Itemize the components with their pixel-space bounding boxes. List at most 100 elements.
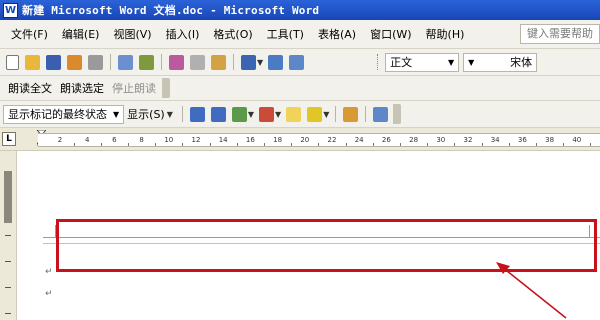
ruler-tick xyxy=(481,143,483,146)
markup-view-value: 显示标记的最终状态 xyxy=(8,107,107,121)
spelling-icon[interactable] xyxy=(139,54,154,70)
toolbar-options-icon[interactable] xyxy=(162,78,170,98)
menu-file[interactable]: 文件(F) xyxy=(0,26,55,42)
toolbar-separator xyxy=(181,106,183,122)
standard-toolbar: ▼ 正文 ▼ ▼ 宋体 xyxy=(0,49,600,76)
undo-icon[interactable] xyxy=(241,54,256,70)
reject-change-icon[interactable] xyxy=(259,106,275,122)
permission-icon[interactable] xyxy=(67,54,82,70)
title-bar: W 新建 Microsoft Word 文档.doc - Microsoft W… xyxy=(0,0,600,20)
research-icon[interactable] xyxy=(169,54,184,70)
font-select[interactable]: ▼ 宋体 xyxy=(463,52,538,72)
chevron-down-icon: ▼ xyxy=(113,109,120,119)
show-menu-button[interactable]: 显示(S) ▼ xyxy=(124,106,178,122)
ruler-number: 34 xyxy=(490,136,500,144)
chevron-down-icon: ▼ xyxy=(448,57,455,67)
font-value: 宋体 xyxy=(510,55,533,69)
paste-icon[interactable] xyxy=(211,54,226,70)
markup-view-select[interactable]: 显示标记的最终状态 ▼ xyxy=(3,104,125,124)
ruler-number: 36 xyxy=(517,136,527,144)
insert-comment-icon[interactable] xyxy=(286,106,302,122)
new-document-icon[interactable] xyxy=(6,54,19,70)
ruler-tick xyxy=(128,143,129,146)
menu-view[interactable]: 视图(V) xyxy=(106,26,158,42)
style-select[interactable]: 正文 ▼ xyxy=(385,52,460,72)
chevron-down-icon: ▼ xyxy=(468,57,475,67)
vertical-ruler-tick xyxy=(5,261,11,262)
stop-reading-button: 停止朗读 xyxy=(112,82,156,95)
paragraph-mark: ↵ xyxy=(45,267,53,277)
toolbar-separator xyxy=(233,54,234,70)
toolbar-grip[interactable] xyxy=(377,54,381,70)
ruler-number: 20 xyxy=(300,136,310,144)
ruler-number: 18 xyxy=(273,136,283,144)
word-app-icon[interactable]: W xyxy=(3,2,18,18)
ruler-number: 6 xyxy=(112,136,117,144)
ruler-number: 10 xyxy=(164,136,174,144)
ruler-number: 24 xyxy=(354,136,364,144)
menu-bar: 文件(F) 编辑(E) 视图(V) 插入(I) 格式(O) 工具(T) 表格(A… xyxy=(0,20,600,49)
chevron-down-icon[interactable]: ▼ xyxy=(275,110,281,119)
ruler-number: 30 xyxy=(436,136,446,144)
menu-window[interactable]: 窗口(W) xyxy=(363,26,418,42)
print-icon[interactable] xyxy=(88,54,103,70)
menu-tools[interactable]: 工具(T) xyxy=(260,26,311,42)
ruler-number: 28 xyxy=(409,136,419,144)
menu-format[interactable]: 格式(O) xyxy=(206,26,259,42)
toolbar-options-icon[interactable] xyxy=(393,104,402,124)
annotation-arrow-icon xyxy=(496,262,567,319)
menu-edit[interactable]: 编辑(E) xyxy=(55,26,107,42)
copy-icon[interactable] xyxy=(190,54,205,70)
chevron-down-icon: ▼ xyxy=(166,109,173,119)
reviewing-toolbar: 显示标记的最终状态 ▼ 显示(S) ▼ ▼ ▼ ▼ xyxy=(0,101,600,128)
show-menu-label: 显示(S) xyxy=(127,108,165,121)
ruler-number: 22 xyxy=(327,136,337,144)
ruler-number: 40 xyxy=(572,136,582,144)
ruler-number: 32 xyxy=(463,136,473,144)
chevron-down-icon[interactable]: ▼ xyxy=(248,110,254,119)
highlight-icon[interactable] xyxy=(307,106,323,122)
previous-change-icon[interactable] xyxy=(189,106,205,122)
open-icon[interactable] xyxy=(25,54,40,70)
ruler-tick xyxy=(563,143,565,146)
ruler-tick xyxy=(454,143,456,146)
tab-selector[interactable]: L xyxy=(2,132,16,146)
toolbar-separator xyxy=(335,106,337,122)
accept-change-icon[interactable] xyxy=(231,106,247,122)
horizontal-ruler: L 2 4 6 8 10 12 14 16 18 20 22 24 26 28 30 32 34 36 38 40 xyxy=(0,128,600,151)
undo-dropdown-icon[interactable]: ▼ xyxy=(257,58,263,67)
menu-help[interactable]: 帮助(H) xyxy=(419,26,472,42)
ruler-tick xyxy=(100,143,102,146)
read-selection-button[interactable]: 朗读选定 xyxy=(56,80,108,96)
ruler-number: 12 xyxy=(191,136,201,144)
reviewing-pane-icon[interactable] xyxy=(373,106,389,122)
ruler-tick xyxy=(182,143,184,146)
ruler-tick xyxy=(155,143,157,146)
ruler-tick xyxy=(209,143,211,146)
vertical-ruler-tick xyxy=(5,235,11,236)
track-changes-icon[interactable] xyxy=(343,106,359,122)
paragraph-mark: ↵ xyxy=(45,289,53,299)
read-all-button[interactable]: 朗读全文 xyxy=(4,80,56,96)
vertical-ruler-tick xyxy=(5,287,11,288)
ruler-number: 26 xyxy=(381,136,391,144)
menu-table[interactable]: 表格(A) xyxy=(311,26,363,42)
toolbar-separator xyxy=(161,54,162,70)
print-preview-icon[interactable] xyxy=(118,54,133,70)
help-search-input[interactable]: 键入需要帮助 xyxy=(520,24,600,44)
hyperlink-icon[interactable] xyxy=(268,54,284,70)
ruler-tick xyxy=(73,143,75,146)
toolbar-separator xyxy=(110,54,111,70)
ruler-number: 2 xyxy=(57,136,63,144)
table-icon[interactable] xyxy=(289,54,305,70)
ruler-scale: 2 4 6 8 10 12 14 16 18 20 22 24 26 28 30 32 34 36 38 40 xyxy=(38,133,600,147)
ruler-number: 16 xyxy=(245,136,255,144)
ruler-number: 4 xyxy=(84,136,90,144)
chevron-down-icon[interactable]: ▼ xyxy=(323,110,329,119)
ruler-number: 38 xyxy=(545,136,555,144)
menu-insert[interactable]: 插入(I) xyxy=(159,26,207,42)
ruler-tick xyxy=(427,143,429,146)
ruler-tick xyxy=(264,143,265,146)
save-icon[interactable] xyxy=(46,54,61,70)
next-change-icon[interactable] xyxy=(210,106,226,122)
